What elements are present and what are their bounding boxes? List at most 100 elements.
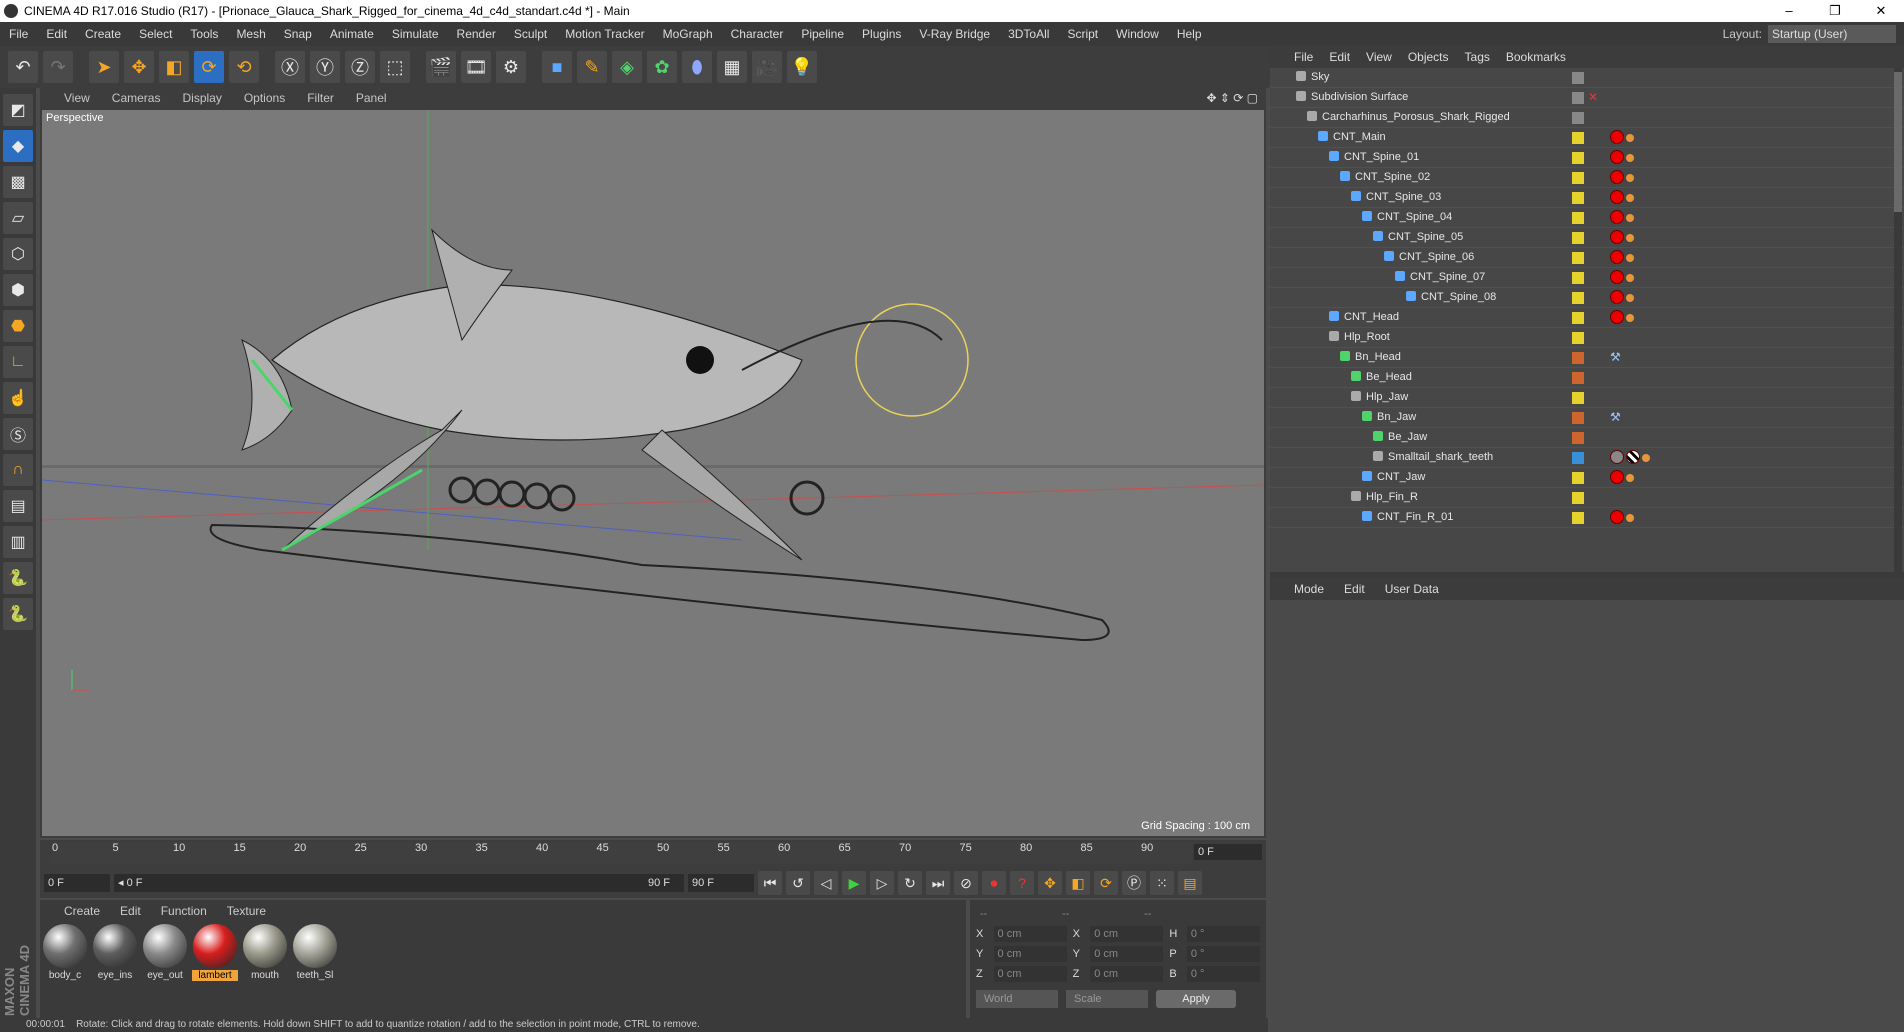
- viewport-menu-view[interactable]: View: [64, 91, 90, 105]
- layout-dropdown[interactable]: Startup (User): [1768, 25, 1896, 43]
- planar-workplane-icon[interactable]: ▥: [3, 526, 33, 558]
- object-row[interactable]: Smalltail_shark_teeth: [1270, 448, 1904, 468]
- next-key-icon[interactable]: ↻: [898, 871, 922, 895]
- object-row[interactable]: CNT_Main: [1270, 128, 1904, 148]
- python-console-icon[interactable]: 🐍: [3, 598, 33, 630]
- model-mode-icon[interactable]: ◆: [3, 130, 33, 162]
- constraint-tag-icon[interactable]: [1626, 474, 1634, 482]
- menu-item-create[interactable]: Create: [76, 27, 130, 41]
- display-tag-icon[interactable]: [1610, 290, 1624, 304]
- coord-value-field[interactable]: 0 cm: [993, 946, 1067, 962]
- key-scale-icon[interactable]: ◧: [1066, 871, 1090, 895]
- object-row[interactable]: Hlp_Jaw: [1270, 388, 1904, 408]
- polygons-mode-icon[interactable]: ⬣: [3, 310, 33, 342]
- constraint-tag-icon[interactable]: [1626, 174, 1634, 182]
- attr-menu-edit[interactable]: Edit: [1344, 582, 1365, 596]
- constraint-tag-icon[interactable]: [1626, 214, 1634, 222]
- key-rotation-icon[interactable]: ⟳: [1094, 871, 1118, 895]
- coord-value-field[interactable]: 0 cm: [993, 966, 1067, 982]
- apply-button[interactable]: Apply: [1156, 990, 1236, 1008]
- viewport-canvas[interactable]: Perspective Grid Spacing: 100 cm: [42, 110, 1264, 836]
- viewport-nav-icons[interactable]: ✥ ⇕ ⟳ ▢: [1206, 91, 1258, 105]
- coordinate-space-dropdown[interactable]: World: [976, 990, 1058, 1008]
- display-tag-icon[interactable]: [1610, 190, 1624, 204]
- menu-item-sculpt[interactable]: Sculpt: [505, 27, 556, 41]
- constraint-tag-icon[interactable]: [1626, 194, 1634, 202]
- coord-value-field[interactable]: 0 °: [1186, 966, 1261, 982]
- om-menu-file[interactable]: File: [1294, 50, 1313, 64]
- display-tag-icon[interactable]: [1610, 150, 1624, 164]
- layer-color-swatch[interactable]: [1572, 252, 1584, 264]
- layer-color-swatch[interactable]: [1572, 92, 1584, 104]
- timeline-ruler[interactable]: 0 5 10 15 20 25 30 35 40 45 50 55 60 65 70 75 80 85 90: [52, 842, 1192, 864]
- object-row[interactable]: Sky: [1270, 68, 1904, 88]
- layer-color-swatch[interactable]: [1572, 232, 1584, 244]
- menu-item-window[interactable]: Window: [1107, 27, 1168, 41]
- edges-mode-icon[interactable]: ⬢: [3, 274, 33, 306]
- go-to-start-icon[interactable]: ⏮: [758, 871, 782, 895]
- object-row[interactable]: Be_Head: [1270, 368, 1904, 388]
- object-row[interactable]: CNT_Head: [1270, 308, 1904, 328]
- rotate-icon[interactable]: ⟳: [194, 51, 224, 83]
- key-pla-icon[interactable]: ⁙: [1150, 871, 1174, 895]
- layer-color-swatch[interactable]: [1572, 412, 1584, 424]
- material-swatch[interactable]: teeth_Sl: [292, 922, 338, 981]
- python-script-icon[interactable]: 🐍: [3, 562, 33, 594]
- magnet-icon[interactable]: ∩: [3, 454, 33, 486]
- restore-button[interactable]: ❐: [1812, 0, 1858, 22]
- layer-color-swatch[interactable]: [1572, 372, 1584, 384]
- ik-tag-icon[interactable]: ⚒: [1610, 350, 1621, 364]
- object-row[interactable]: Be_Jaw: [1270, 428, 1904, 448]
- subdivision-icon[interactable]: ◈: [612, 51, 642, 83]
- object-row[interactable]: Hlp_Fin_R: [1270, 488, 1904, 508]
- lock-workplane-icon[interactable]: ▤: [3, 490, 33, 522]
- play-icon[interactable]: ▶: [842, 871, 866, 895]
- max-frame-field[interactable]: 90 F: [688, 874, 754, 892]
- constraint-tag-icon[interactable]: [1626, 314, 1634, 322]
- previous-key-icon[interactable]: ↺: [786, 871, 810, 895]
- object-row[interactable]: CNT_Spine_04: [1270, 208, 1904, 228]
- constraint-tag-icon[interactable]: [1642, 454, 1650, 462]
- object-row[interactable]: CNT_Spine_01: [1270, 148, 1904, 168]
- keyframe-selection-icon[interactable]: ?: [1010, 871, 1034, 895]
- go-to-end-icon[interactable]: ⏭: [926, 871, 950, 895]
- object-row[interactable]: CNT_Spine_07: [1270, 268, 1904, 288]
- mograph-cloner-icon[interactable]: ✿: [647, 51, 677, 83]
- layer-color-swatch[interactable]: [1572, 392, 1584, 404]
- auto-key-icon[interactable]: ⏺: [982, 871, 1006, 895]
- texture-tag-icon[interactable]: [1626, 450, 1640, 464]
- display-tag-icon[interactable]: [1610, 210, 1624, 224]
- material-menu-create[interactable]: Create: [64, 904, 100, 918]
- points-mode-icon[interactable]: ⬡: [3, 238, 33, 270]
- menu-item-v-ray-bridge[interactable]: V-Ray Bridge: [910, 27, 999, 41]
- object-row[interactable]: Carcharhinus_Porosus_Shark_Rigged: [1270, 108, 1904, 128]
- constraint-tag-icon[interactable]: [1626, 234, 1634, 242]
- undo-icon[interactable]: ↶: [8, 51, 38, 83]
- layer-color-swatch[interactable]: [1572, 292, 1584, 304]
- material-swatch[interactable]: eye_ins: [92, 922, 138, 981]
- object-row[interactable]: CNT_Spine_08: [1270, 288, 1904, 308]
- object-row[interactable]: CNT_Spine_02: [1270, 168, 1904, 188]
- coord-value-field[interactable]: 0 °: [1186, 946, 1261, 962]
- menu-item-select[interactable]: Select: [130, 27, 181, 41]
- object-row[interactable]: Bn_Jaw ⚒: [1270, 408, 1904, 428]
- menu-item-animate[interactable]: Animate: [321, 27, 383, 41]
- viewport-menu-cameras[interactable]: Cameras: [112, 91, 161, 105]
- menu-item-character[interactable]: Character: [722, 27, 793, 41]
- layer-color-swatch[interactable]: [1572, 72, 1584, 84]
- layer-color-swatch[interactable]: [1572, 452, 1584, 464]
- om-menu-bookmarks[interactable]: Bookmarks: [1506, 50, 1566, 64]
- material-menu-function[interactable]: Function: [161, 904, 207, 918]
- render-settings-icon[interactable]: ⚙: [496, 51, 526, 83]
- menu-item-motion-tracker[interactable]: Motion Tracker: [556, 27, 653, 41]
- menu-item-3dtoall[interactable]: 3DToAll: [999, 27, 1058, 41]
- menu-item-edit[interactable]: Edit: [37, 27, 76, 41]
- attr-menu-user-data[interactable]: User Data: [1385, 582, 1439, 596]
- om-menu-view[interactable]: View: [1366, 50, 1392, 64]
- material-menu-texture[interactable]: Texture: [227, 904, 266, 918]
- attr-menu-mode[interactable]: Mode: [1294, 582, 1324, 596]
- floor-icon[interactable]: ▦: [717, 51, 747, 83]
- object-row[interactable]: Subdivision Surface ✕: [1270, 88, 1904, 108]
- layer-color-swatch[interactable]: [1572, 132, 1584, 144]
- layer-color-swatch[interactable]: [1572, 272, 1584, 284]
